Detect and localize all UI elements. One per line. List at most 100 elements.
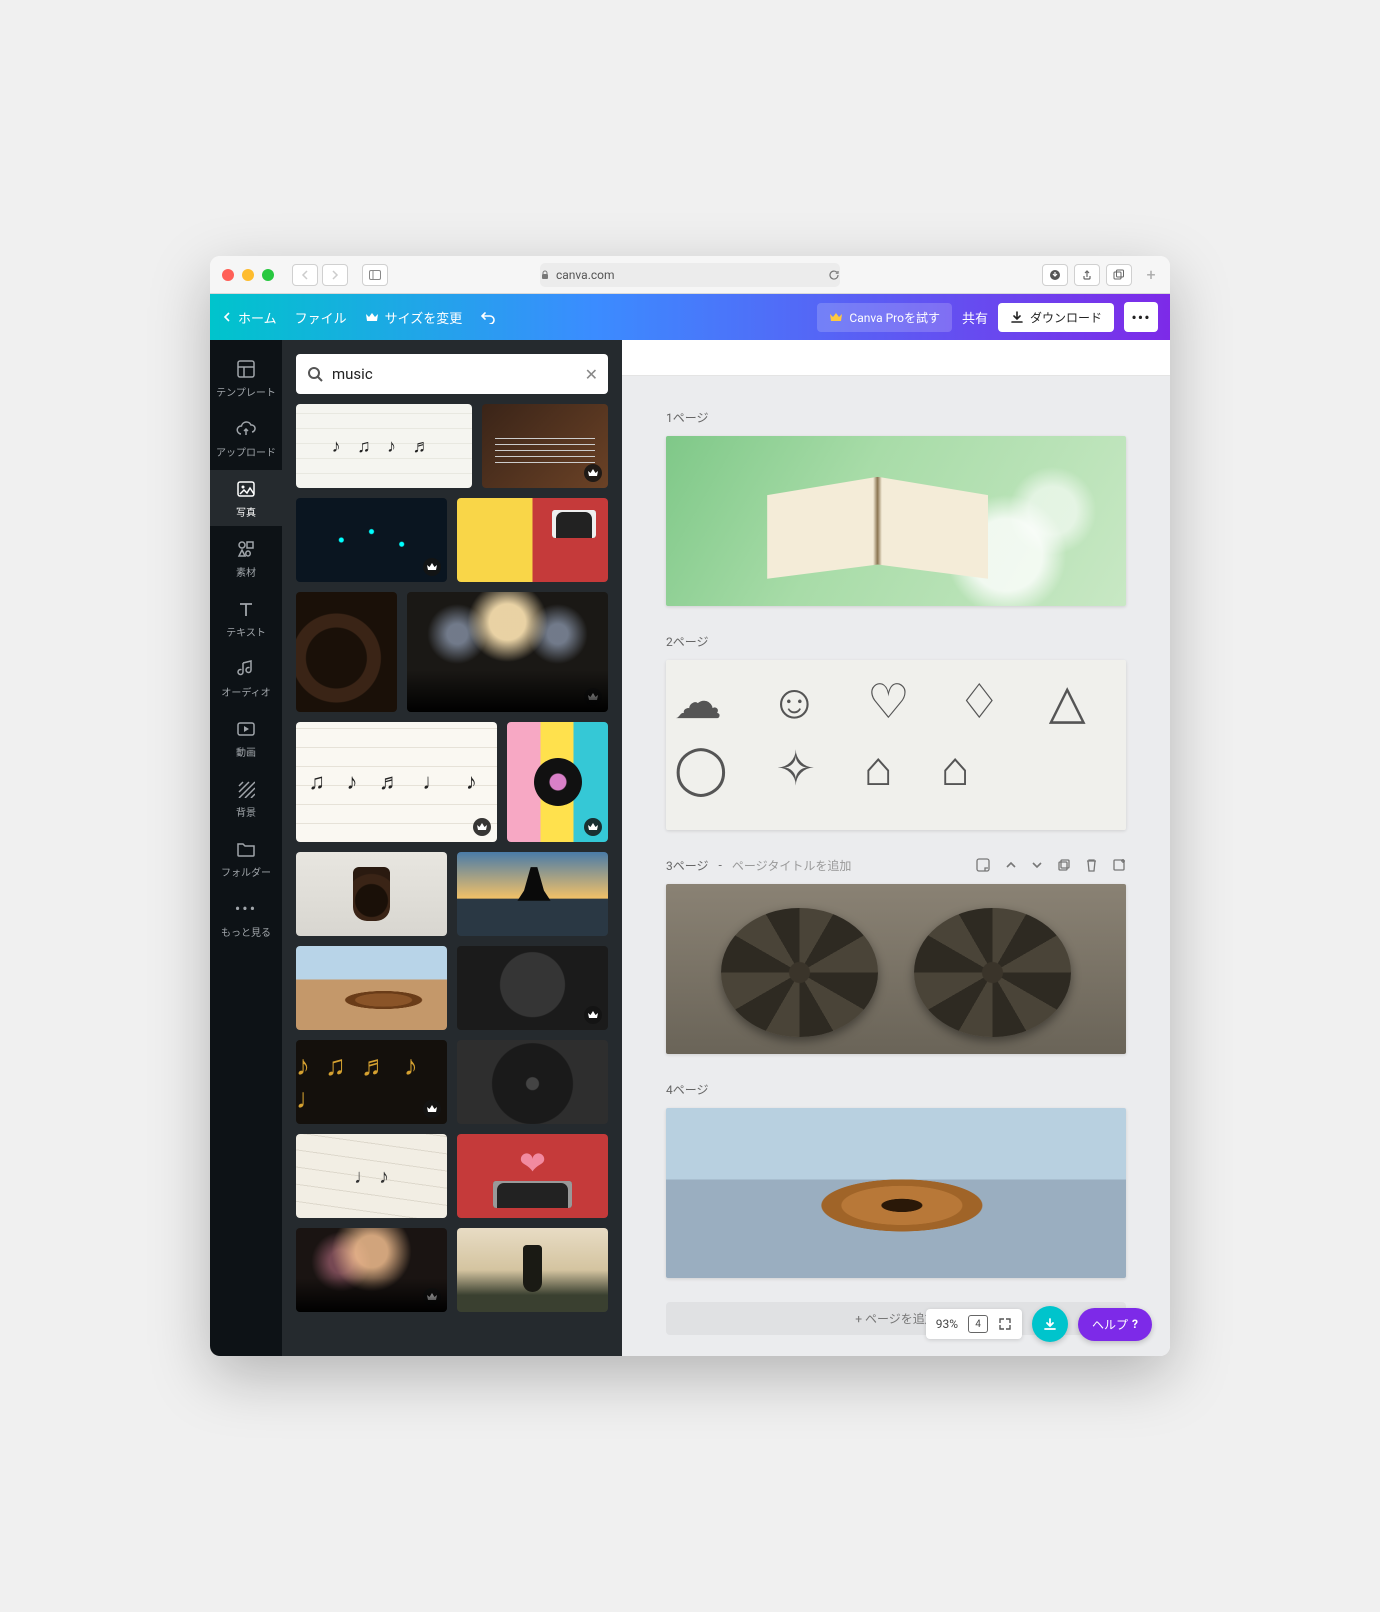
photo-thumb[interactable]	[296, 1040, 447, 1124]
page-move-up-button[interactable]	[1005, 857, 1017, 873]
new-tab-button[interactable]: +	[1142, 256, 1160, 294]
page-3-title-sep: -	[719, 858, 722, 872]
photo-thumb[interactable]	[407, 592, 608, 712]
page-count-badge[interactable]: 4	[968, 1315, 988, 1333]
sidebar-toggle-button[interactable]	[362, 264, 388, 286]
pro-badge-icon	[473, 818, 491, 836]
browser-url-text: canva.com	[556, 268, 615, 282]
nav-more[interactable]: ••• もっと見る	[210, 890, 282, 946]
nav-templates[interactable]: テンプレート	[210, 350, 282, 406]
nav-video[interactable]: 動画	[210, 710, 282, 766]
search-input[interactable]	[332, 365, 577, 383]
help-label: ヘルプ	[1092, 1316, 1128, 1333]
browser-titlebar: canva.com +	[210, 256, 1170, 294]
tabs-button[interactable]	[1106, 264, 1132, 286]
templates-icon	[235, 358, 257, 380]
search-wrap: ✕	[282, 340, 622, 404]
search-box[interactable]: ✕	[296, 354, 608, 394]
file-menu-button[interactable]: ファイル	[295, 308, 347, 327]
photo-thumb[interactable]	[296, 722, 497, 842]
page-duplicate-button[interactable]	[1057, 857, 1071, 873]
browser-forward-button[interactable]	[322, 264, 348, 286]
downloads-button[interactable]	[1042, 264, 1068, 286]
photo-thumb[interactable]	[296, 592, 397, 712]
resize-button[interactable]: サイズを変更	[365, 308, 463, 327]
nav-uploads[interactable]: アップロード	[210, 410, 282, 466]
page-1-label: 1ページ	[666, 409, 709, 426]
clear-search-button[interactable]: ✕	[585, 365, 598, 384]
download-button[interactable]: ダウンロード	[998, 303, 1114, 332]
close-window-button[interactable]	[222, 269, 234, 281]
pro-badge-icon	[584, 818, 602, 836]
photo-thumb[interactable]	[296, 852, 447, 936]
video-icon	[235, 718, 257, 740]
page-3-canvas[interactable]	[666, 884, 1126, 1054]
canvas-area: 1ページ 2ページ 3ページ - ページタイトルを追加	[622, 340, 1170, 1356]
dots-icon: •••	[1131, 308, 1150, 327]
photo-thumb[interactable]	[296, 404, 472, 488]
share-design-button[interactable]: 共有	[962, 308, 988, 327]
reload-icon[interactable]	[828, 269, 840, 281]
page-notes-button[interactable]	[975, 857, 991, 873]
nav-elements-label: 素材	[236, 564, 256, 579]
left-nav: テンプレート アップロード 写真 素材 テキスト オーディオ	[210, 340, 282, 1356]
photo-thumb[interactable]	[457, 1040, 608, 1124]
download-icon	[1010, 310, 1024, 324]
photo-thumb[interactable]	[296, 1134, 447, 1218]
pro-badge-icon	[423, 1100, 441, 1118]
page-delete-button[interactable]	[1085, 857, 1098, 873]
crown-icon	[365, 311, 379, 323]
page-1-header: 1ページ	[666, 406, 1126, 428]
nav-photos[interactable]: 写真	[210, 470, 282, 526]
photo-gallery[interactable]	[282, 404, 622, 1356]
try-pro-button[interactable]: Canva Proを試す	[817, 303, 952, 332]
page-2: 2ページ	[666, 630, 1126, 830]
nav-background[interactable]: 背景	[210, 770, 282, 826]
publish-button[interactable]	[1032, 1306, 1068, 1342]
nav-folders-label: フォルダー	[221, 864, 271, 879]
zoom-value: 93%	[936, 1317, 958, 1331]
page-4-label: 4ページ	[666, 1081, 709, 1098]
photo-thumb[interactable]	[457, 1228, 608, 1312]
zoom-control[interactable]: 93% 4	[926, 1309, 1022, 1339]
page-3-title-placeholder[interactable]: ページタイトルを追加	[732, 857, 852, 874]
main-area: テンプレート アップロード 写真 素材 テキスト オーディオ	[210, 340, 1170, 1356]
text-icon	[235, 598, 257, 620]
page-1-canvas[interactable]	[666, 436, 1126, 606]
minimize-window-button[interactable]	[242, 269, 254, 281]
share-button[interactable]	[1074, 264, 1100, 286]
home-button[interactable]: ホーム	[222, 308, 277, 327]
nav-audio[interactable]: オーディオ	[210, 650, 282, 706]
page-4-canvas[interactable]	[666, 1108, 1126, 1278]
nav-background-label: 背景	[236, 804, 256, 819]
nav-elements[interactable]: 素材	[210, 530, 282, 586]
photo-thumb[interactable]	[457, 1134, 608, 1218]
photo-thumb[interactable]	[457, 946, 608, 1030]
help-button[interactable]: ヘルプ ?	[1078, 1308, 1152, 1341]
nav-folders[interactable]: フォルダー	[210, 830, 282, 886]
search-icon	[306, 365, 324, 383]
more-menu-button[interactable]: •••	[1124, 302, 1158, 332]
undo-button[interactable]	[480, 310, 496, 324]
photo-thumb[interactable]	[457, 498, 608, 582]
pages-scroll[interactable]: 1ページ 2ページ 3ページ - ページタイトルを追加	[622, 376, 1170, 1356]
photo-thumb[interactable]	[507, 722, 608, 842]
zoom-window-button[interactable]	[262, 269, 274, 281]
browser-url-bar[interactable]: canva.com	[540, 263, 840, 287]
nav-text[interactable]: テキスト	[210, 590, 282, 646]
download-label: ダウンロード	[1030, 309, 1102, 326]
nav-text-label: テキスト	[226, 624, 266, 639]
page-2-canvas[interactable]	[666, 660, 1126, 830]
photo-icon	[235, 478, 257, 500]
browser-back-button[interactable]	[292, 264, 318, 286]
page-move-down-button[interactable]	[1031, 857, 1043, 873]
photo-thumb[interactable]	[457, 852, 608, 936]
page-add-button[interactable]	[1112, 857, 1126, 873]
photo-thumb[interactable]	[296, 498, 447, 582]
photo-thumb[interactable]	[296, 946, 447, 1030]
more-icon: •••	[235, 898, 257, 920]
fullscreen-button[interactable]	[998, 1317, 1012, 1331]
photo-thumb[interactable]	[482, 404, 608, 488]
cloud-upload-icon	[235, 418, 257, 440]
photo-thumb[interactable]	[296, 1228, 447, 1312]
